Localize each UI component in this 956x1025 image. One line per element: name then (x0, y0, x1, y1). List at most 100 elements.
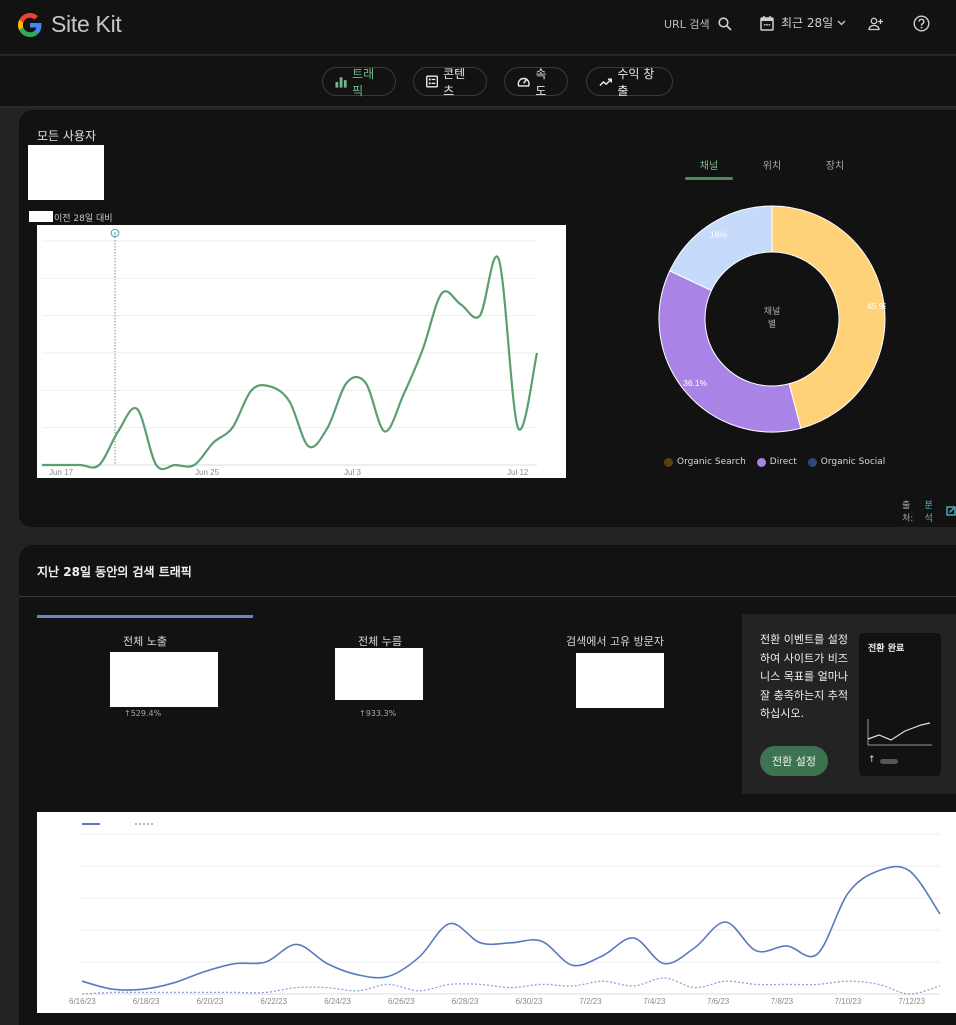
content-list-icon (426, 75, 439, 88)
legend-label: Direct (769, 457, 797, 467)
arrow-up-icon: ↑ (868, 755, 876, 765)
x-tick-label: 7/6/23 (707, 997, 730, 1006)
speedometer-icon (517, 77, 530, 87)
trending-up-icon (599, 77, 612, 86)
donut-slice[interactable] (658, 270, 802, 433)
x-tick-label: 7/2/23 (579, 997, 602, 1006)
current-series-line (81, 865, 941, 991)
x-tick-label: 7/12/23 (898, 997, 926, 1006)
search-traffic-title: 지난 28일 동안의 검색 트래픽 (37, 565, 192, 579)
x-tick-label: 6/24/23 (324, 997, 351, 1006)
google-logo-icon (18, 12, 42, 37)
date-range-selector[interactable]: 최근 28일 (760, 14, 846, 31)
top-bar: Site Kit URL 검색 최근 28일 (0, 0, 956, 55)
bar-chart-icon (335, 76, 347, 88)
donut-legend: Organic Search Direct Organic Social (664, 457, 896, 467)
nav-chip-traffic[interactable]: 트래픽 (322, 67, 396, 98)
source-link-analytics[interactable]: 분석 (925, 498, 942, 524)
legend-item[interactable]: Organic Search (664, 457, 746, 467)
users-line-chart: Jun 17 Jun 25 Jul 3 Jul 12 (37, 225, 566, 478)
donut-center-label: 별 (768, 319, 776, 330)
app-title: Site Kit (51, 11, 122, 37)
legend-item[interactable]: Direct (756, 457, 797, 467)
channel-donut-chart: 45.9% 36.1% 18% 채널별 (658, 205, 892, 437)
metric-label-clicks[interactable]: 전체 누름 (330, 633, 430, 649)
clicks-change: ↑933.3% (359, 709, 396, 718)
x-tick-label: 7/4/23 (643, 997, 666, 1006)
legend-label: Organic Social (820, 457, 886, 467)
slice-label: 45.9% (867, 301, 886, 311)
tab-location[interactable]: 위치 (748, 157, 796, 172)
nav-chip-content[interactable]: 콘텐츠 (413, 66, 487, 98)
users-change-redacted (29, 211, 53, 222)
slice-label: 36.1% (683, 378, 708, 388)
active-metric-indicator (37, 615, 253, 618)
all-users-label: 모든 사용자 (37, 129, 97, 143)
nav-chip-monetization[interactable]: 수익 창출 (586, 66, 673, 98)
total-users-value-redacted (28, 145, 104, 200)
legend-item[interactable]: Organic Social (807, 457, 886, 467)
search-chart-svg (81, 823, 941, 995)
clicks-value-redacted (335, 648, 423, 700)
impressions-value-redacted (110, 652, 218, 707)
donut-slice[interactable] (669, 205, 773, 292)
url-search-label: URL 검색 (664, 18, 710, 31)
help-icon (913, 15, 930, 32)
source-label: 출처: (902, 501, 914, 524)
conversion-preview-card: 전환 완료 ↑ (859, 633, 941, 776)
nav-chip-label: 수익 창출 (617, 66, 655, 98)
tab-channel[interactable]: 채널 (685, 157, 733, 172)
clicks-change-value: 933.3% (365, 709, 397, 718)
cta-description: 전환 이벤트를 설정하여 사이트가 비즈니스 목표를 얼마나 잘 충족하는지 추… (760, 633, 848, 720)
nav-chip-speed[interactable]: 속도 (504, 66, 568, 98)
search-traffic-line-chart: 6/16/23 6/18/23 6/20/23 6/22/23 6/24/23 6/26/… (37, 812, 956, 1013)
legend-swatch (756, 457, 766, 467)
legend-swatch (664, 457, 673, 467)
add-user-button[interactable] (868, 16, 884, 35)
nav-chip-label: 속도 (535, 66, 547, 98)
legend-swatch (807, 457, 817, 467)
section-nav: 트래픽 콘텐츠 속도 수익 창출 (0, 56, 956, 108)
compare-period-label: 이전 28일 대비 (54, 214, 113, 224)
x-tick-label: 6/16/23 (69, 997, 96, 1006)
x-tick-label: 7/8/23 (770, 997, 794, 1006)
calendar-icon (760, 15, 774, 31)
site-kit-logo[interactable]: Site Kit (18, 11, 122, 38)
impressions-change: ↑529.4% (124, 709, 161, 718)
arrow-up-icon: ↑ (359, 709, 366, 718)
users-series-line (42, 255, 539, 471)
search-icon (717, 17, 732, 31)
chevron-down-icon (837, 20, 846, 25)
tab-device[interactable]: 장치 (811, 157, 859, 172)
x-tick-label: Jun 25 (195, 468, 220, 477)
arrow-up-icon: ↑ (124, 709, 131, 718)
nav-chip-label: 콘텐츠 (443, 66, 466, 98)
donut-svg: 45.9% 36.1% 18% 채널별 (658, 205, 892, 433)
help-button[interactable] (913, 15, 930, 36)
x-tick-label: 6/28/23 (451, 997, 479, 1006)
preview-title: 전환 완료 (868, 644, 905, 654)
active-tab-indicator (685, 177, 733, 180)
external-link-icon[interactable] (946, 506, 956, 516)
add-user-icon (868, 17, 883, 31)
source-attribution: 출처: 분석 (902, 498, 956, 524)
x-tick-label: 6/22/23 (260, 997, 288, 1006)
donut-center-label: 채널 (764, 306, 781, 317)
x-tick-label: 6/18/23 (132, 997, 160, 1006)
setup-conversions-button[interactable]: 전환 설정 (760, 746, 828, 776)
preview-placeholder-pill (880, 759, 898, 764)
x-tick-label: 6/30/23 (515, 997, 543, 1006)
url-search-button[interactable]: URL 검색 (664, 16, 732, 32)
users-chart-svg (42, 228, 539, 471)
slice-label: 18% (710, 230, 727, 240)
conversion-setup-cta: 전환 이벤트를 설정하여 사이트가 비즈니스 목표를 얼마나 잘 충족하는지 추… (742, 614, 956, 794)
divider (19, 596, 956, 597)
metric-label-unique-visitors[interactable]: 검색에서 고유 방문자 (555, 633, 675, 649)
date-range-label: 최근 28일 (781, 16, 834, 30)
impressions-change-value: 529.4% (130, 709, 162, 718)
metric-label-impressions[interactable]: 전체 노출 (95, 633, 195, 649)
x-tick-label: Jul 3 (344, 468, 361, 477)
preview-sparkline (867, 719, 932, 746)
x-tick-label: Jul 12 (507, 468, 529, 477)
legend-label: Organic Search (677, 457, 746, 467)
